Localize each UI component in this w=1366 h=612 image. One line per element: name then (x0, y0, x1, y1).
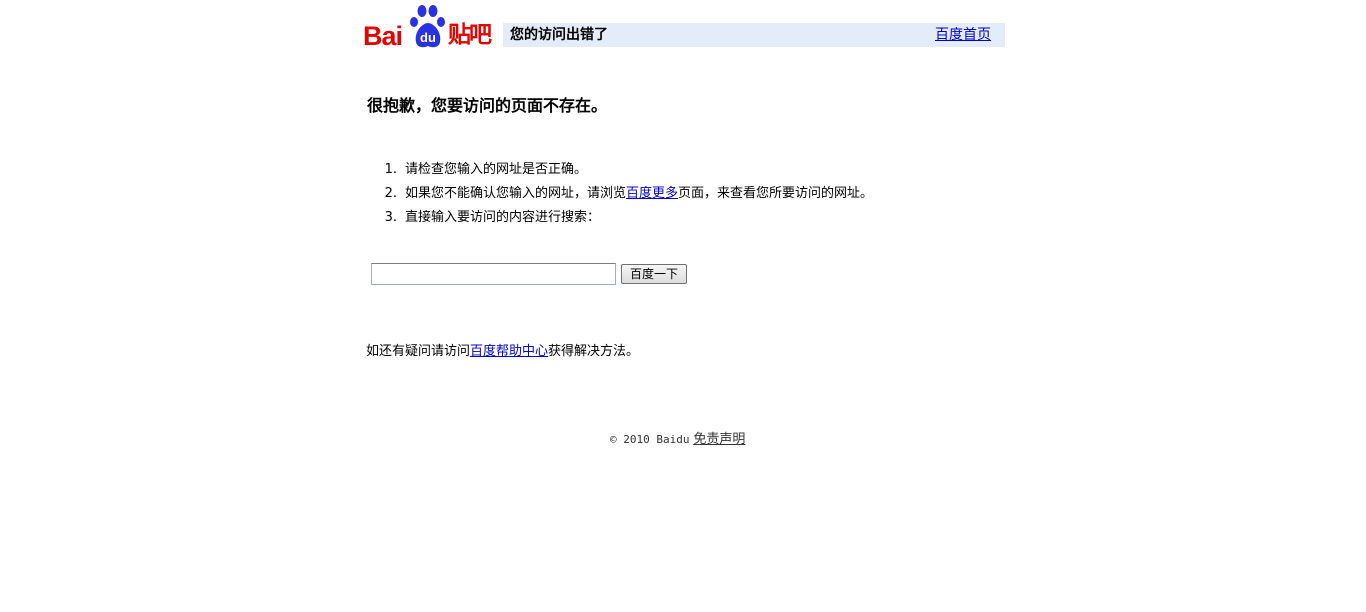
tip-text-before: 如果您不能确认您输入的网址，请浏览 (405, 186, 627, 201)
help-text-after: 获得解决方法。 (548, 344, 640, 359)
logo-latin-text: Bai (363, 21, 403, 51)
page: Bai du 贴吧 您的访问出错了 百度首页 很抱歉，您要访问的页面不存在。 1… (0, 0, 1366, 612)
disclaimer-link[interactable]: 免责声明 (693, 432, 745, 447)
tip-item-2: 2. 如果您不能确认您输入的网址，请浏览百度更多页面，来查看您所要访问的网址。 (366, 182, 873, 206)
help-line: 如还有疑问请访问百度帮助中心获得解决方法。 (366, 342, 639, 362)
baidu-tieba-logo[interactable]: Bai du 贴吧 (362, 4, 498, 50)
baidu-more-link[interactable]: 百度更多 (626, 186, 678, 201)
tip-text-after: 页面，来查看您所要访问的网址。 (678, 186, 874, 201)
tip-number: 2. (384, 186, 397, 201)
header-bar: 您的访问出错了 百度首页 (503, 23, 1005, 47)
help-center-link[interactable]: 百度帮助中心 (470, 344, 548, 359)
copyright-text: © 2010 Baidu (610, 433, 690, 446)
paw-text: du (420, 30, 436, 45)
tips-list: 1. 请检查您输入的网址是否正确。 2. 如果您不能确认您输入的网址，请浏览百度更多… (366, 158, 873, 230)
tip-text: 请检查您输入的网址是否正确。 (405, 162, 588, 177)
footer: © 2010 Baidu 免责声明 (610, 430, 745, 449)
not-found-message: 很抱歉，您要访问的页面不存在。 (367, 96, 608, 115)
tip-text: 直接输入要访问的内容进行搜索： (405, 210, 601, 225)
search-input[interactable] (371, 263, 616, 285)
baidu-home-link[interactable]: 百度首页 (935, 26, 991, 44)
header-title: 您的访问出错了 (510, 27, 608, 43)
tip-number: 1. (384, 162, 397, 177)
search-button[interactable]: 百度一下 (621, 264, 687, 284)
tip-number: 3. (384, 210, 397, 225)
tip-item-3: 3. 直接输入要访问的内容进行搜索： (366, 206, 873, 230)
paw-icon: du (410, 5, 445, 48)
help-text-before: 如还有疑问请访问 (366, 344, 471, 359)
logo-tieba-text: 贴吧 (448, 22, 492, 48)
tip-item-1: 1. 请检查您输入的网址是否正确。 (366, 158, 873, 182)
